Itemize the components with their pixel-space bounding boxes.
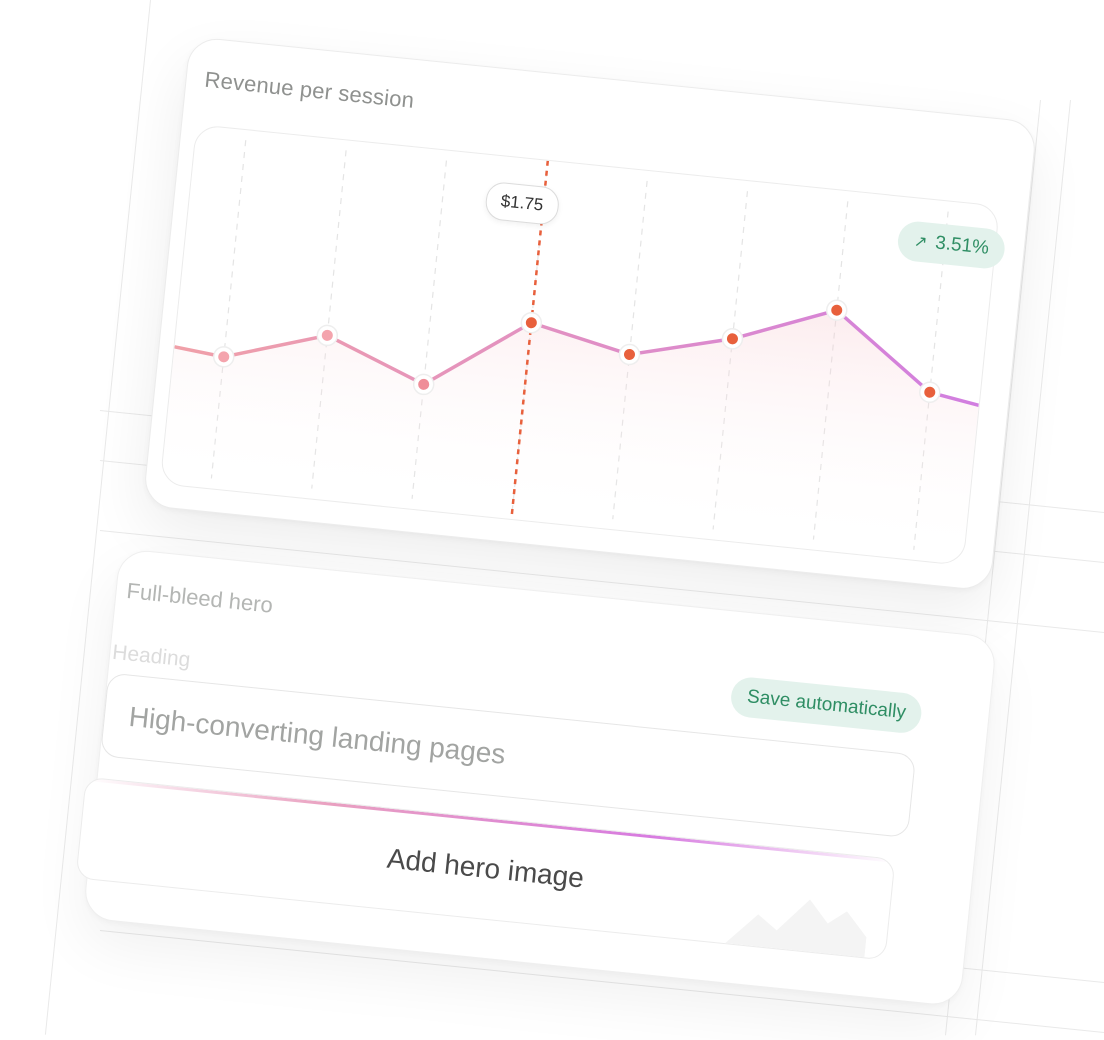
change-badge-value: 3.51% [934, 232, 990, 259]
arrow-up-right-icon: ↗ [913, 233, 929, 252]
heading-label: Heading [111, 640, 192, 672]
line-chart[interactable] [159, 124, 1000, 566]
add-hero-image-label: Add hero image [385, 842, 586, 894]
heading-input-value: High-converting landing pages [127, 700, 507, 770]
revenue-card: Revenue per session $1.75 ↗ 3.51% [142, 36, 1038, 592]
revenue-card-title: Revenue per session [203, 66, 416, 113]
mountain-icon [725, 899, 867, 958]
hero-card: Full-bleed hero Heading Save automatical… [75, 548, 998, 1008]
line-chart-svg [160, 140, 980, 565]
autosave-badge: Save automatically [729, 675, 924, 735]
area-fill [160, 310, 979, 565]
canvas: Revenue per session $1.75 ↗ 3.51% Full-b… [0, 0, 1104, 1040]
hero-card-title: Full-bleed hero [125, 577, 275, 618]
